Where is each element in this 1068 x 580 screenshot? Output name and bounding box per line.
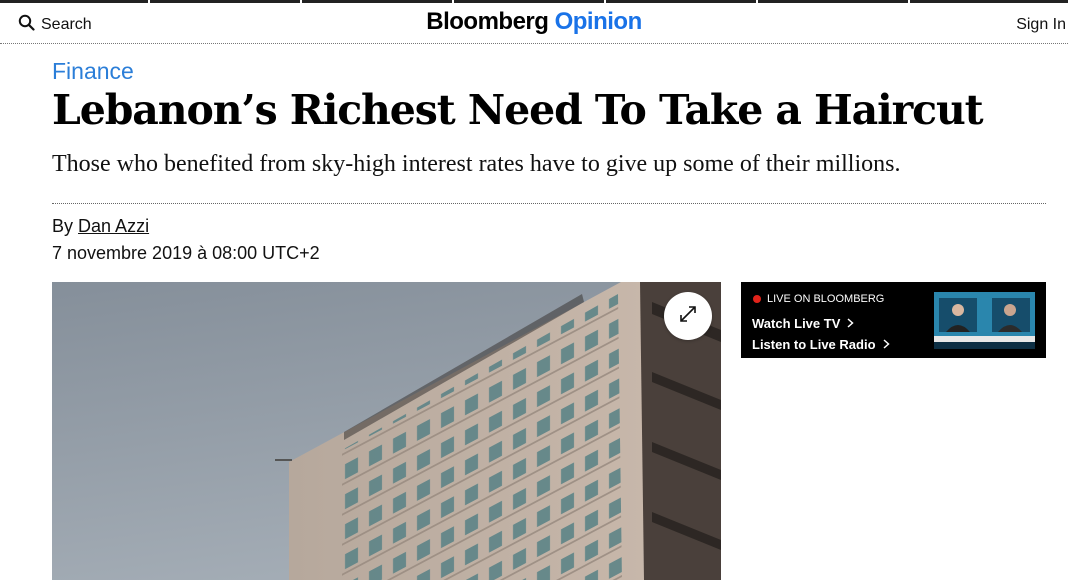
listen-live-radio-label: Listen to Live Radio: [752, 337, 876, 352]
building-image: [52, 282, 721, 580]
byline-prefix: By: [52, 216, 74, 236]
article-deck: Those who benefited from sky-high intere…: [52, 151, 901, 177]
article-headline: Lebanon’s Richest Need To Take a Haircut: [52, 86, 984, 134]
byline: By Dan Azzi: [52, 216, 149, 237]
article-photo[interactable]: [52, 282, 721, 580]
author-link[interactable]: Dan Azzi: [78, 216, 149, 236]
chevron-right-icon: [847, 316, 855, 331]
watch-live-tv-label: Watch Live TV: [752, 316, 841, 331]
expand-image-button[interactable]: [664, 292, 712, 340]
listen-live-radio-link[interactable]: Listen to Live Radio: [752, 337, 890, 352]
logo-brand: Bloomberg: [426, 8, 549, 35]
site-header: Search Bloomberg Opinion Sign In: [0, 3, 1068, 44]
live-dot-icon: [753, 295, 761, 303]
live-on-bloomberg-panel: LIVE ON BLOOMBERG Watch Live TV Listen t…: [741, 282, 1046, 358]
live-label-text: LIVE ON BLOOMBERG: [767, 293, 885, 305]
site-logo[interactable]: Bloomberg Opinion: [0, 8, 1068, 36]
live-label: LIVE ON BLOOMBERG: [753, 293, 884, 305]
article-category-link[interactable]: Finance: [52, 58, 134, 85]
live-tv-thumbnail[interactable]: [934, 292, 1035, 349]
tv-broadcast-image: [934, 292, 1035, 349]
expand-icon: [677, 303, 699, 330]
sign-in-link[interactable]: Sign In: [1016, 16, 1066, 34]
publish-date: 7 novembre 2019 à 08:00 UTC+2: [52, 243, 320, 263]
divider: [52, 203, 1046, 204]
chevron-right-icon: [883, 337, 890, 352]
logo-section: Opinion: [554, 8, 643, 35]
watch-live-tv-link[interactable]: Watch Live TV: [752, 316, 855, 331]
